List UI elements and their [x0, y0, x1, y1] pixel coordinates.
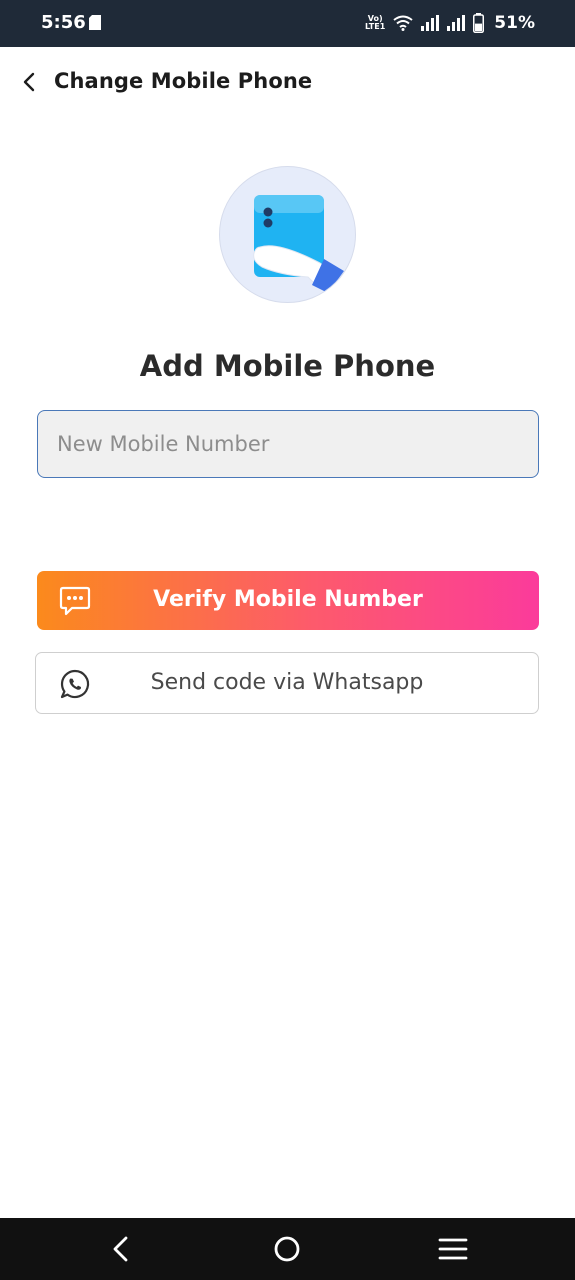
page-title: Change Mobile Phone	[54, 69, 313, 93]
nav-back-icon	[113, 1236, 128, 1262]
sd-card-icon	[89, 15, 101, 30]
battery-percent: 51%	[494, 13, 535, 33]
verify-button-label: Verify Mobile Number	[153, 587, 423, 612]
app-header: Change Mobile Phone	[0, 47, 575, 119]
status-time: 5:56	[41, 12, 86, 33]
volte-icon: Vo) LTE1	[365, 14, 386, 31]
nav-menu-icon	[438, 1238, 468, 1260]
verify-mobile-number-button[interactable]: Verify Mobile Number	[37, 571, 539, 630]
signal-icon	[421, 15, 440, 31]
wifi-icon	[393, 15, 413, 31]
nav-recents-button[interactable]	[436, 1232, 470, 1266]
nav-home-icon	[274, 1236, 300, 1262]
phone-illustration	[219, 166, 356, 303]
whatsapp-button-label: Send code via Whatsapp	[150, 670, 424, 695]
battery-icon	[473, 13, 485, 33]
status-bar: 5:56 Vo) LTE1 51%	[0, 0, 575, 47]
nav-home-button[interactable]	[270, 1232, 304, 1266]
back-button[interactable]	[14, 67, 44, 97]
mobile-phone-icon	[253, 195, 344, 293]
send-code-whatsapp-button[interactable]: Send code via Whatsapp	[35, 652, 539, 714]
nav-back-button[interactable]	[104, 1232, 138, 1266]
chevron-left-icon	[23, 72, 35, 92]
system-navigation-bar	[0, 1218, 575, 1280]
status-icons: Vo) LTE1 51%	[365, 12, 535, 34]
signal-icon	[447, 15, 466, 31]
page-heading: Add Mobile Phone	[139, 349, 436, 383]
mobile-number-input[interactable]	[37, 410, 539, 478]
